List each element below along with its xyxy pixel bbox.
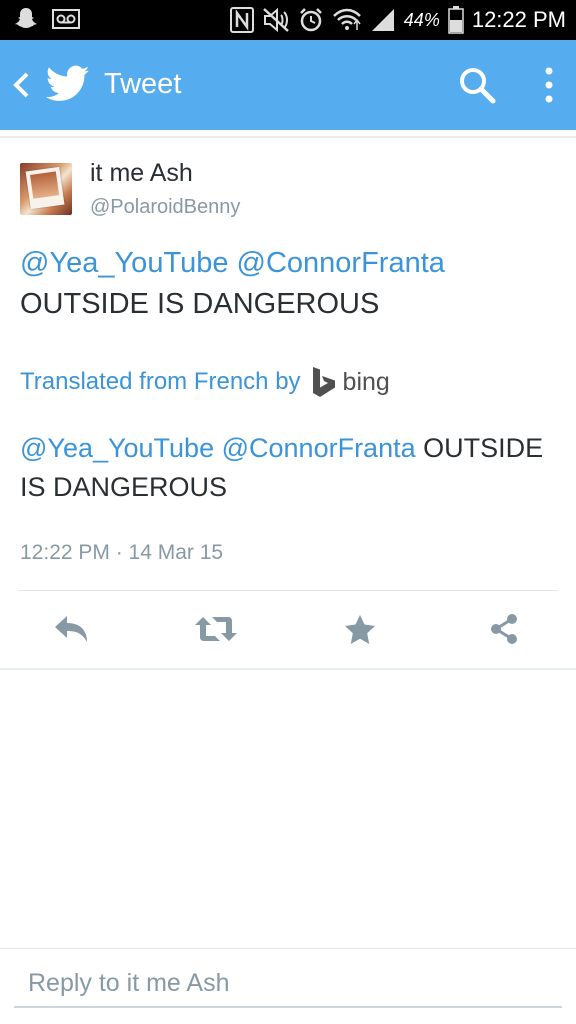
battery-icon — [448, 6, 464, 34]
twitter-bird-icon — [46, 65, 90, 101]
app-bar: Tweet — [0, 40, 576, 130]
tweet-text: @Yea_YouTube @ConnorFranta OUTSIDE IS DA… — [20, 243, 540, 325]
divider — [0, 136, 576, 138]
author-name[interactable]: it me Ash — [90, 159, 193, 188]
divider — [0, 948, 576, 949]
divider — [18, 590, 558, 591]
author-handle[interactable]: @PolaroidBenny — [90, 196, 240, 219]
mention-link[interactable]: @Yea_YouTube — [20, 247, 228, 279]
mention-link[interactable]: @ConnorFranta — [237, 247, 445, 279]
alarm-icon — [299, 8, 322, 32]
clock: 12:22 PM — [471, 7, 566, 32]
translation-label[interactable]: Translated from French by bing — [20, 362, 390, 402]
divider — [0, 668, 576, 670]
battery-percent: 44% — [403, 9, 440, 30]
translator-name: bing — [342, 367, 390, 396]
back-arrow-icon[interactable] — [8, 68, 34, 102]
reply-input[interactable] — [14, 962, 562, 1004]
search-icon[interactable] — [456, 64, 498, 106]
avatar[interactable] — [20, 163, 72, 215]
favorite-icon — [345, 615, 375, 644]
overflow-menu-icon[interactable] — [536, 64, 562, 106]
status-bar: 44% 12:22 PM — [0, 0, 576, 40]
mention-link[interactable]: @Yea_YouTube — [20, 433, 214, 463]
retweet-button[interactable] — [193, 606, 239, 652]
wifi-icon — [332, 8, 361, 30]
bing-logo-icon — [312, 367, 335, 397]
tweet-timestamp: 12:22 PM · 14 Mar 15 — [20, 541, 224, 564]
favorite-button[interactable] — [337, 606, 383, 652]
signal-icon — [371, 9, 394, 31]
snapchat-icon — [15, 8, 37, 28]
tweet-actions — [0, 606, 576, 652]
nfc-icon — [229, 7, 254, 33]
reply-button[interactable] — [49, 606, 95, 652]
avatar-photo — [25, 166, 65, 210]
share-icon — [491, 614, 517, 644]
reply-box — [14, 962, 562, 1008]
mention-link[interactable]: @ConnorFranta — [222, 433, 416, 463]
translation-text: @Yea_YouTube @ConnorFranta OUTSIDE IS DA… — [20, 429, 560, 507]
share-button[interactable] — [481, 606, 527, 652]
retweet-icon — [195, 617, 237, 641]
page-title: Tweet — [104, 68, 182, 100]
translated-from-text: Translated from French by — [20, 368, 301, 395]
mute-icon — [262, 7, 289, 33]
tweet-body: OUTSIDE IS DANGEROUS — [20, 288, 380, 320]
voicemail-icon — [52, 9, 80, 29]
reply-icon — [55, 616, 87, 642]
